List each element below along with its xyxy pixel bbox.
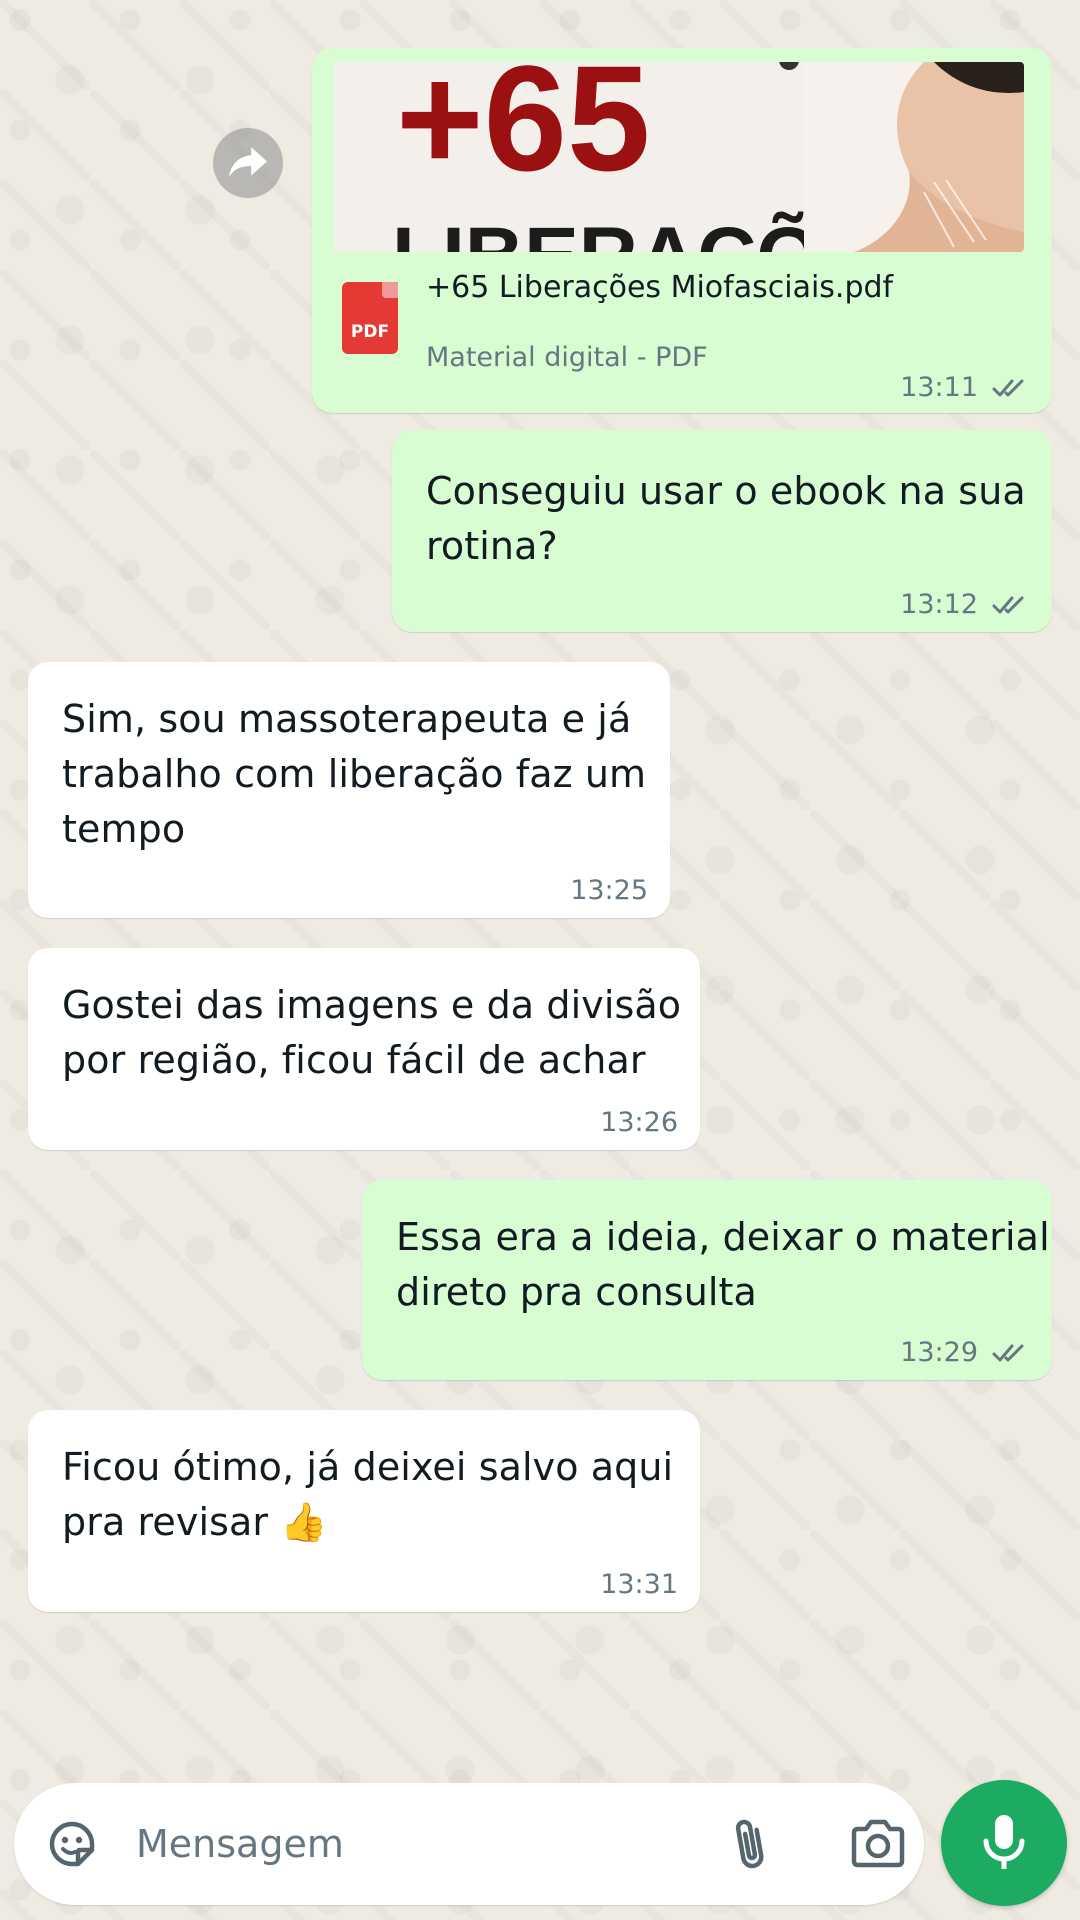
message-line: Gostei das imagens e da divisão: [62, 983, 682, 1027]
camera-icon[interactable]: [848, 1817, 908, 1871]
voice-message-button[interactable]: [941, 1780, 1067, 1906]
ebook-cover-preview: +65 LIBERAÇÕES: [334, 62, 1024, 252]
message-line: direto pra consulta: [396, 1270, 757, 1314]
message-meta: 13:12: [900, 589, 1030, 620]
message-line: Conseguiu usar o ebook na sua: [426, 469, 1026, 513]
message-line: rotina?: [426, 524, 558, 568]
forward-arrow-icon: [229, 147, 267, 178]
message-line: tempo: [62, 807, 186, 851]
message-bubble-incoming[interactable]: Gostei das imagens e da divisão por regi…: [28, 948, 700, 1150]
message-time: 13:31: [600, 1569, 678, 1600]
message-bubble-incoming[interactable]: Sim, sou massoterapeuta e já trabalho co…: [28, 662, 670, 918]
message-text: Ficou ótimo, já deixei salvo aqui pra re…: [62, 1440, 673, 1550]
message-line: Ficou ótimo, já deixei salvo aqui: [62, 1445, 674, 1489]
message-line: Sim, sou massoterapeuta e já: [62, 697, 632, 741]
document-file-name: +65 Liberações Miofasciais.pdf: [426, 270, 894, 305]
message-time: 13:26: [600, 1107, 678, 1138]
document-thumbnail[interactable]: +65 LIBERAÇÕES: [334, 62, 1024, 252]
pdf-file-icon: PDF: [342, 282, 398, 354]
message-time: 13:29: [900, 1337, 978, 1368]
message-line: Essa era a ideia, deixar o material: [396, 1215, 1050, 1259]
cover-number: +65: [396, 62, 650, 202]
message-time: 13:25: [570, 875, 648, 906]
paperclip-icon[interactable]: [726, 1813, 776, 1875]
message-bubble-outgoing[interactable]: Conseguiu usar o ebook na sua rotina? 13…: [392, 430, 1052, 632]
message-time: 13:11: [900, 372, 978, 403]
message-line: por região, ficou fácil de achar: [62, 1038, 646, 1082]
forward-button[interactable]: [213, 128, 283, 198]
double-check-icon: [992, 379, 1024, 396]
message-input[interactable]: [136, 1811, 696, 1877]
message-line: pra revisar 👍: [62, 1500, 328, 1544]
document-subtitle: Material digital - PDF: [426, 342, 708, 373]
message-time: 13:12: [900, 589, 978, 620]
sticker-icon[interactable]: [44, 1816, 100, 1872]
message-meta: 13:31: [600, 1569, 678, 1600]
pdf-badge-label: PDF: [350, 322, 390, 342]
message-line: trabalho com liberação faz um: [62, 752, 647, 796]
message-bubble-document[interactable]: +65 LIBERAÇÕES PDF +65 Liberações Miofas…: [312, 48, 1052, 413]
double-check-icon: [992, 596, 1024, 613]
message-composer[interactable]: [14, 1783, 924, 1905]
message-text: Essa era a ideia, deixar o material dire…: [396, 1210, 1050, 1320]
message-bubble-incoming[interactable]: Ficou ótimo, já deixei salvo aqui pra re…: [28, 1410, 700, 1612]
message-meta: 13:11: [900, 372, 1030, 403]
message-meta: 13:25: [570, 875, 648, 906]
message-meta: 13:26: [600, 1107, 678, 1138]
message-bubble-outgoing[interactable]: Essa era a ideia, deixar o material dire…: [362, 1180, 1052, 1380]
message-meta: 13:29: [900, 1337, 1030, 1368]
message-text: Sim, sou massoterapeuta e já trabalho co…: [62, 692, 646, 857]
double-check-icon: [992, 1344, 1024, 1361]
message-text: Gostei das imagens e da divisão por regi…: [62, 978, 681, 1088]
chat-area[interactable]: +65 LIBERAÇÕES PDF +65 Liberações Miofas…: [0, 0, 1080, 1770]
message-text: Conseguiu usar o ebook na sua rotina?: [426, 464, 1026, 574]
microphone-icon: [983, 1815, 1025, 1869]
